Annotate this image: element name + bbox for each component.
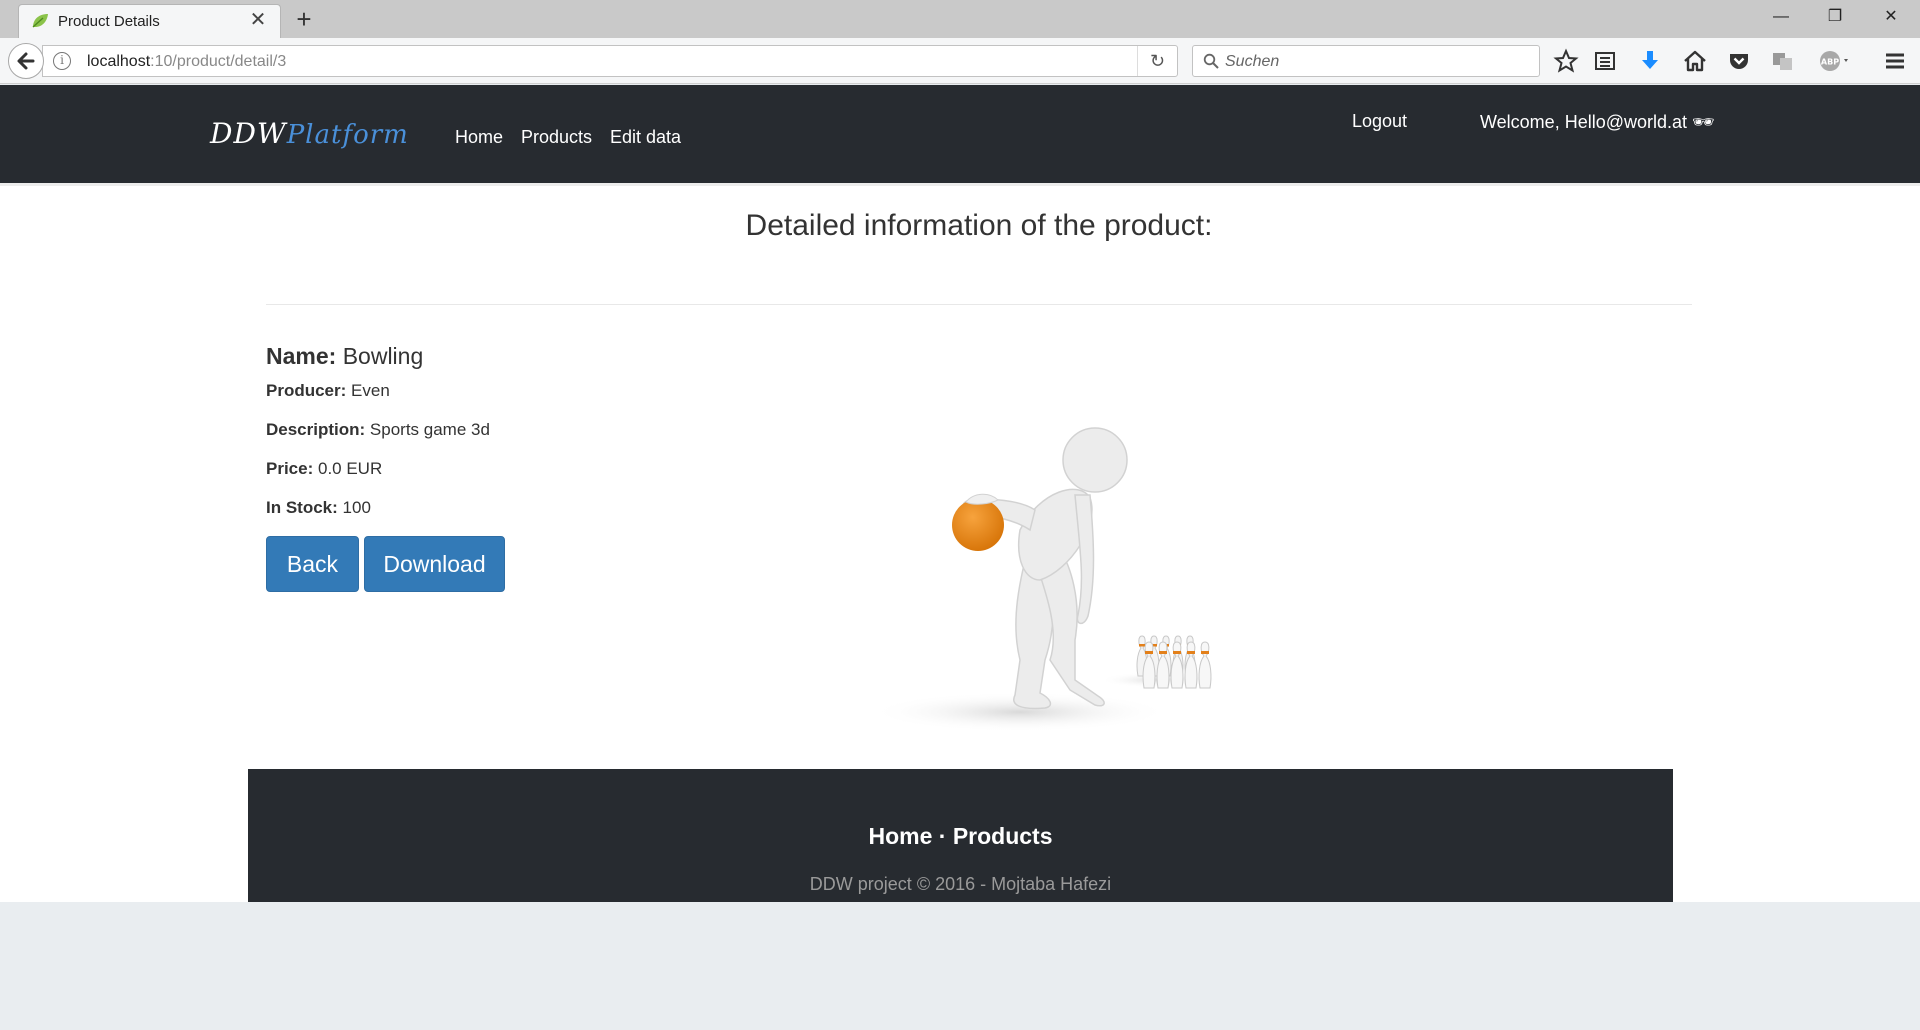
product-producer: Producer: Even [266,381,390,400]
minimize-icon[interactable]: — [1766,6,1796,28]
browser-toolbar: i localhost:10/product/detail/3 ↻ Suchen [0,38,1920,84]
site-navbar: DDWPlatform Home Products Edit data Logo… [0,85,1920,186]
svg-text:ABP: ABP [1821,58,1839,67]
browser-tab[interactable]: Product Details ✕ [18,4,281,38]
page-title: Detailed information of the product: [745,209,1213,242]
new-tab-icon[interactable]: + [290,6,318,34]
search-icon [1203,53,1219,69]
adblock-icon[interactable]: ABP [1818,48,1852,74]
url-text[interactable]: localhost:10/product/detail/3 [87,53,286,71]
arrow-left-icon [17,52,35,70]
hamburger-menu-icon[interactable] [1882,48,1908,74]
reload-icon[interactable]: ↻ [1137,46,1177,76]
home-icon[interactable] [1682,48,1708,74]
search-input[interactable]: Suchen [1225,53,1279,71]
logout-link[interactable]: Logout [1352,111,1407,132]
web-page: DDWPlatform Home Products Edit data Logo… [0,85,1920,902]
search-bar[interactable]: Suchen [1192,45,1540,77]
reading-list-icon[interactable] [1592,48,1618,74]
nav-edit-data[interactable]: Edit data [610,127,681,148]
close-window-icon[interactable]: ✕ [1876,6,1906,28]
brand-logo[interactable]: DDWPlatform [210,117,409,150]
pocket-icon[interactable] [1726,48,1752,74]
download-button[interactable]: Download [364,536,505,592]
download-icon[interactable] [1637,48,1663,74]
bookmark-star-icon[interactable] [1553,48,1579,74]
site-footer: Home · Products DDW project © 2016 - Moj… [248,769,1673,902]
extension-icon[interactable] [1770,48,1796,74]
restore-icon[interactable]: ❐ [1820,6,1850,28]
footer-links[interactable]: Home · Products [248,823,1673,850]
leaf-icon [32,14,48,28]
product-description: Description: Sports game 3d [266,420,490,439]
product-name: Name: Bowling [266,343,424,369]
bowling-illustration [870,427,1220,732]
tab-title: Product Details [58,13,160,30]
back-button-page[interactable]: Back [266,536,359,592]
info-icon[interactable]: i [53,52,71,70]
nav-home[interactable]: Home [455,127,503,148]
welcome-text: Welcome, Hello@world.at 🕶 [1480,112,1715,132]
close-tab-icon[interactable]: ✕ [247,9,269,31]
url-bar[interactable]: i localhost:10/product/detail/3 ↻ [42,45,1178,77]
back-button[interactable] [8,43,44,79]
product-stock: In Stock: 100 [266,498,371,517]
footer-copyright: DDW project © 2016 - Mojtaba Hafezi [809,874,1112,894]
product-info: Name: Bowling Producer: Even Description… [266,343,490,536]
divider [266,304,1692,305]
product-price: Price: 0.0 EUR [266,459,383,478]
browser-tab-bar: Product Details ✕ + — ❐ ✕ [0,0,1920,38]
nav-products[interactable]: Products [521,127,592,148]
